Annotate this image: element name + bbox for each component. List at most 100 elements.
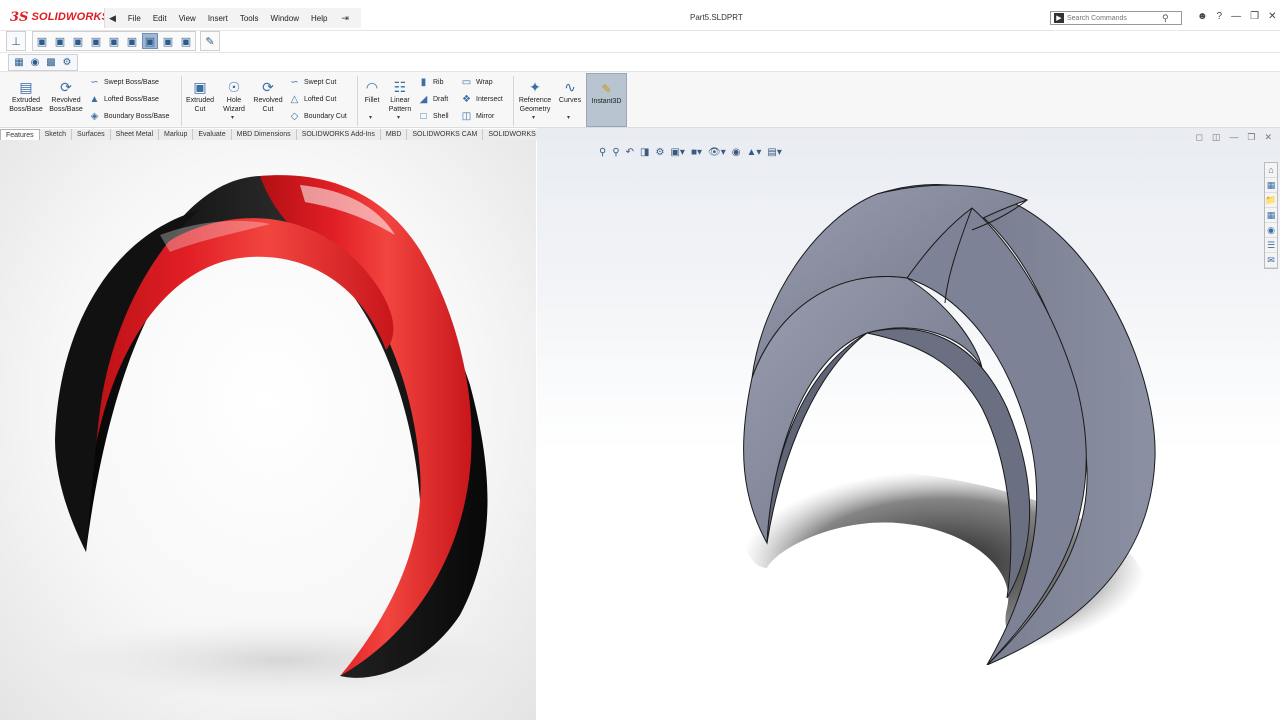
isometric-view-icon[interactable]: ▣: [142, 33, 158, 49]
revolved-boss-label: Revolved Boss/Base: [49, 97, 83, 113]
hole-wizard-label: Hole Wizard: [223, 97, 245, 113]
search-input[interactable]: [1067, 14, 1162, 22]
viewport-bottom-area: [537, 665, 1280, 720]
menu-collapse-icon[interactable]: ◀: [109, 13, 116, 24]
ribbon-separator: [357, 76, 358, 126]
reference-geometry-button[interactable]: ✦ Reference Geometry: [516, 78, 554, 114]
dimetric-view-icon[interactable]: ▣: [178, 33, 194, 49]
boundary-cut-icon: ◇: [290, 111, 299, 122]
hole-wizard-icon: ☉: [227, 78, 241, 95]
tab-sketch[interactable]: Sketch: [39, 129, 73, 140]
lofted-boss-button[interactable]: ▲ Lofted Boss/Base: [88, 93, 159, 106]
tab-solidworks-add-ins[interactable]: SOLIDWORKS Add-Ins: [296, 129, 381, 140]
front-view-icon[interactable]: ▣: [34, 33, 50, 49]
draft-button[interactable]: ◢ Draft: [417, 93, 449, 106]
search-scope-icon[interactable]: ▶: [1054, 13, 1064, 23]
intersect-icon: ❖: [462, 94, 471, 105]
bottom-view-icon[interactable]: ▣: [124, 33, 140, 49]
features-ribbon: ▤ Extruded Boss/Base ⟳ Revolved Boss/Bas…: [0, 72, 1280, 128]
revolved-boss-button[interactable]: ⟳ Revolved Boss/Base: [48, 78, 84, 114]
zoom-fit-icon[interactable]: ◉: [27, 56, 43, 70]
trimetric-view-icon[interactable]: ▣: [160, 33, 176, 49]
wrap-button[interactable]: ▭ Wrap: [460, 76, 493, 89]
minimize-icon[interactable]: —: [1231, 11, 1241, 22]
view-orientation-group: ▦ ◉ ▩ ⚙: [8, 54, 78, 71]
menu-item-insert[interactable]: Insert: [202, 14, 234, 23]
search-icon[interactable]: ⚲: [1162, 13, 1169, 24]
solidworks-logo[interactable]: 3S SOLIDWORKS: [10, 9, 109, 25]
boundary-cut-button[interactable]: ◇ Boundary Cut: [288, 110, 347, 123]
menu-item-edit[interactable]: Edit: [147, 14, 173, 23]
tab-markup[interactable]: Markup: [159, 129, 194, 140]
curves-button[interactable]: ∿ Curves: [556, 78, 584, 106]
hole-wizard-dropdown-icon[interactable]: ▾: [231, 114, 234, 121]
tab-features[interactable]: Features: [0, 129, 40, 140]
draft-icon: ◢: [419, 94, 428, 105]
tab-evaluate[interactable]: Evaluate: [193, 129, 232, 140]
revolved-cut-button[interactable]: ⟳ Revolved Cut: [251, 78, 285, 114]
extruded-boss-button[interactable]: ▤ Extruded Boss/Base: [8, 78, 44, 114]
hole-wizard-button[interactable]: ☉ Hole Wizard: [219, 78, 249, 114]
back-view-icon[interactable]: ▣: [52, 33, 68, 49]
linear-pattern-dropdown-icon[interactable]: ▾: [397, 114, 400, 121]
instant3d-button[interactable]: ✎ Instant3D: [586, 73, 627, 127]
close-icon[interactable]: ✕: [1268, 11, 1276, 22]
instant3d-icon: ✎: [601, 82, 612, 96]
window-controls: ☻ ? — ❐ ✕: [1188, 11, 1276, 22]
display-style-icon[interactable]: ▩: [43, 56, 59, 70]
extruded-cut-button[interactable]: ▣ Extruded Cut: [184, 78, 216, 114]
search-commands-box[interactable]: ▶ ⚲: [1050, 11, 1182, 25]
view-toolbar: ⊥ ▣ ▣ ▣ ▣ ▣ ▣ ▣ ▣ ▣ ✎: [0, 30, 1280, 52]
lofted-cut-icon: △: [290, 94, 299, 105]
user-icon[interactable]: ☻: [1197, 11, 1208, 22]
rib-button[interactable]: ▮ Rib: [417, 76, 444, 89]
revolve-icon: ⟳: [60, 78, 72, 95]
sketch-pencil-icon[interactable]: ✎: [202, 33, 218, 49]
lofted-boss-label: Lofted Boss/Base: [104, 96, 159, 103]
document-title: Part5.SLDPRT: [690, 13, 743, 22]
reference-geometry-icon: ✦: [529, 78, 541, 95]
tab-mbd[interactable]: MBD: [380, 129, 408, 140]
restore-icon[interactable]: ❐: [1250, 11, 1259, 22]
mirror-button[interactable]: ◫ Mirror: [460, 110, 495, 123]
lofted-boss-icon: ▲: [89, 94, 100, 105]
lofted-cut-button[interactable]: △ Lofted Cut: [288, 93, 337, 106]
standard-views-group: ▣ ▣ ▣ ▣ ▣ ▣ ▣ ▣ ▣: [32, 31, 196, 51]
tab-mbd-dimensions[interactable]: MBD Dimensions: [231, 129, 297, 140]
linear-pattern-button[interactable]: ☷ Linear Pattern: [386, 78, 414, 114]
fillet-dropdown-icon[interactable]: ▾: [369, 114, 372, 121]
normal-to-group: ⊥: [6, 31, 26, 51]
curves-dropdown-icon[interactable]: ▾: [567, 114, 570, 121]
reference-geometry-label: Reference Geometry: [518, 97, 552, 113]
top-view-icon[interactable]: ▣: [106, 33, 122, 49]
graphics-viewport[interactable]: ◻ ◫ — ❐ ✕ ⚲ ⚲ ↶ ◨ ⚙ ▣▾ ■▾ 👁▾ ◉ ▲▾ ▤▾ ⌂ ▦…: [537, 128, 1280, 665]
settings-gear-icon[interactable]: ⚙: [59, 56, 75, 70]
fillet-button[interactable]: ◠ Fillet: [361, 78, 383, 106]
tab-sheet-metal[interactable]: Sheet Metal: [110, 129, 160, 140]
menu-item-view[interactable]: View: [173, 14, 202, 23]
curves-label: Curves: [558, 97, 582, 104]
tab-surfaces[interactable]: Surfaces: [72, 129, 111, 140]
menu-item-window[interactable]: Window: [265, 14, 305, 23]
model-graphic: [740, 184, 1156, 665]
swept-boss-button[interactable]: ∽ Swept Boss/Base: [88, 76, 159, 89]
help-icon[interactable]: ?: [1217, 11, 1223, 22]
view-orientation-icon[interactable]: ▦: [11, 56, 27, 70]
intersect-label: Intersect: [476, 96, 503, 103]
linear-pattern-label: Linear Pattern: [388, 97, 412, 113]
pin-icon[interactable]: ⇥: [341, 13, 349, 24]
boundary-boss-button[interactable]: ◈ Boundary Boss/Base: [88, 110, 170, 123]
tab-solidworks-cam[interactable]: SOLIDWORKS CAM: [407, 129, 484, 140]
shell-button[interactable]: □ Shell: [417, 110, 448, 123]
menu-item-help[interactable]: Help: [305, 14, 333, 23]
reference-geometry-dropdown-icon[interactable]: ▾: [532, 114, 535, 121]
right-view-icon[interactable]: ▣: [88, 33, 104, 49]
swept-cut-button[interactable]: ∽ Swept Cut: [288, 76, 336, 89]
menu-item-file[interactable]: File: [122, 14, 147, 23]
lofted-cut-label: Lofted Cut: [304, 96, 337, 103]
intersect-button[interactable]: ❖ Intersect: [460, 93, 503, 106]
menu-item-tools[interactable]: Tools: [234, 14, 265, 23]
revolved-cut-label: Revolved Cut: [253, 97, 283, 113]
normal-to-icon[interactable]: ⊥: [8, 33, 24, 49]
left-view-icon[interactable]: ▣: [70, 33, 86, 49]
